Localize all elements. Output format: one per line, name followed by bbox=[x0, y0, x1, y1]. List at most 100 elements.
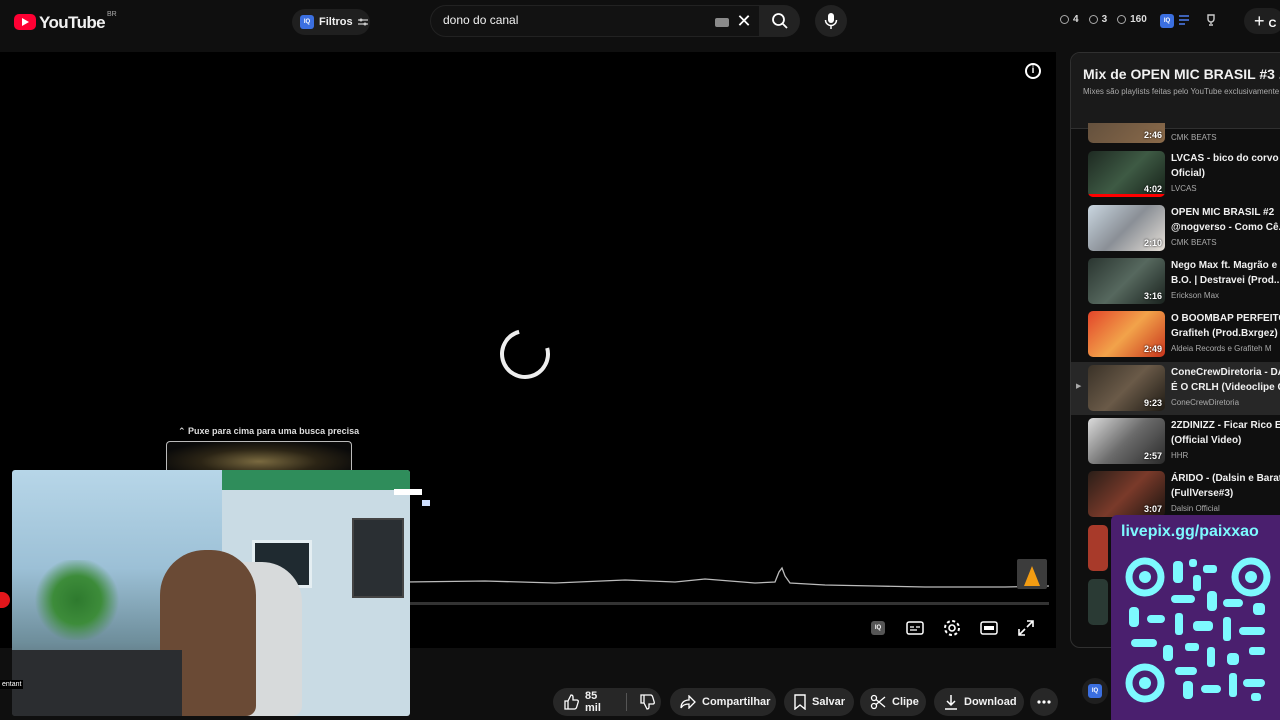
now-playing-icon: ▶ bbox=[1076, 383, 1082, 390]
video-duration: 3:16 bbox=[1143, 291, 1162, 301]
video-title-line: B.O. | Destravei (Prod... bbox=[1171, 275, 1280, 286]
video-thumbnail: 2:49 bbox=[1088, 311, 1165, 357]
search-button[interactable] bbox=[760, 5, 800, 37]
video-title: 2ZDINIZZ - Ficar Rico E (Official Video) bbox=[1171, 418, 1280, 448]
filters-button[interactable]: IQ Filtros bbox=[292, 9, 370, 35]
search-input[interactable] bbox=[443, 13, 703, 27]
video-title-line: ConeCrewDiretoria - DA bbox=[1171, 367, 1280, 378]
video-thumbnail[interactable] bbox=[1088, 525, 1108, 571]
playlist-item[interactable]: 2:57 2ZDINIZZ - Ficar Rico E (Official Vi… bbox=[1071, 418, 1280, 470]
playlist-item[interactable]: 4:02 LVCAS - bico do corvo (Oficial) LVC… bbox=[1071, 151, 1280, 203]
iq-player-button[interactable]: IQ bbox=[866, 618, 890, 638]
video-thumbnail: 3:07 bbox=[1088, 471, 1165, 517]
search-hint: ⌃ Puxe para cima para uma busca precisa bbox=[178, 426, 360, 436]
trophy-icon[interactable] bbox=[1205, 14, 1217, 26]
playlist-item[interactable]: 2:10 OPEN MIC BRASIL #2 @nogverso - Como … bbox=[1071, 205, 1280, 257]
download-button[interactable]: Download bbox=[934, 688, 1024, 716]
playlist-item[interactable]: 2:46 CMK BEATS bbox=[1071, 123, 1280, 145]
create-label: C bbox=[1268, 18, 1277, 30]
logo-text: YouTube bbox=[39, 13, 106, 32]
fullscreen-button[interactable] bbox=[1014, 618, 1038, 638]
save-label: Salvar bbox=[812, 696, 846, 708]
webcam-overlay bbox=[12, 470, 410, 716]
webcam-desk bbox=[12, 650, 182, 716]
qr-code-icon bbox=[1125, 557, 1271, 703]
video-title-line: ÁRIDO - (Dalsin e Barat bbox=[1171, 473, 1280, 484]
video-thumbnail: 2:10 bbox=[1088, 205, 1165, 251]
overlay-artifact bbox=[422, 500, 430, 506]
video-thumbnail: 2:46 bbox=[1088, 123, 1165, 143]
stat-value: 4 bbox=[1073, 14, 1079, 25]
search-hint-text: Puxe para cima para uma busca precisa bbox=[188, 426, 360, 436]
fullscreen-icon bbox=[1018, 620, 1034, 636]
video-thumbnail: 3:16 bbox=[1088, 258, 1165, 304]
video-title: O BOOMBAP PERFEITO Grafiteh (Prod.Bxrgez) bbox=[1171, 311, 1280, 341]
video-duration: 2:10 bbox=[1143, 238, 1162, 248]
playlist-item-current[interactable]: ▶ 9:23 ConeCrewDiretoria - DA É O CRLH (V… bbox=[1071, 362, 1280, 415]
livepix-url: livepix.gg/paixxao bbox=[1121, 523, 1259, 540]
keyboard-icon[interactable] bbox=[715, 18, 729, 27]
channel-name: Aldeia Records e Grafiteh M bbox=[1171, 344, 1272, 353]
theater-mode-button[interactable] bbox=[977, 618, 1001, 638]
voice-search-button[interactable] bbox=[815, 5, 847, 37]
video-thumbnail: 9:23 bbox=[1088, 365, 1165, 411]
theater-mode-icon bbox=[980, 621, 998, 635]
create-button[interactable]: + C bbox=[1244, 8, 1280, 34]
more-actions-button[interactable] bbox=[1030, 688, 1058, 716]
scissors-icon bbox=[870, 694, 886, 710]
video-title-line: (FullVerse#3) bbox=[1171, 488, 1234, 499]
playlist-title[interactable]: Mix de OPEN MIC BRASIL #3 ... bbox=[1083, 66, 1280, 82]
webcam-caption: entant bbox=[0, 680, 24, 689]
video-thumbnail[interactable] bbox=[1088, 579, 1108, 625]
iq-extension-icon: IQ bbox=[300, 15, 314, 29]
video-title: ÁRIDO - (Dalsin e Barat (FullVerse#3) bbox=[1171, 471, 1280, 501]
clear-search-icon[interactable]: ✕ bbox=[734, 11, 754, 31]
channel-name: Dalsin Official bbox=[1171, 504, 1220, 513]
like-button[interactable]: 85 mil bbox=[553, 688, 661, 716]
video-title-line: Grafiteh (Prod.Bxrgez) bbox=[1171, 328, 1278, 339]
vlc-icon[interactable] bbox=[1017, 559, 1047, 589]
divider bbox=[626, 693, 628, 711]
video-title-line: (Official Video) bbox=[1171, 435, 1242, 446]
playlist-item[interactable]: 2:49 O BOOMBAP PERFEITO Grafiteh (Prod.Bx… bbox=[1071, 311, 1280, 363]
video-thumbnail: 4:02 bbox=[1088, 151, 1165, 197]
extension-stats: 4 3 160 bbox=[1060, 14, 1153, 25]
video-title: LVCAS - bico do corvo (Oficial) bbox=[1171, 151, 1280, 181]
video-title-line: LVCAS - bico do corvo ( bbox=[1171, 153, 1280, 164]
more-horizontal-icon bbox=[1037, 700, 1051, 704]
playlist-item[interactable]: 3:16 Nego Max ft. Magrão e B.O. | Destrav… bbox=[1071, 258, 1280, 310]
list-icon[interactable] bbox=[1178, 14, 1190, 26]
video-duration: 9:23 bbox=[1143, 398, 1162, 408]
subtitles-button[interactable] bbox=[903, 618, 927, 638]
iq-floating-button[interactable]: IQ bbox=[1082, 678, 1108, 704]
share-button[interactable]: Compartilhar bbox=[670, 688, 776, 716]
video-title: Nego Max ft. Magrão e B.O. | Destravei (P… bbox=[1171, 258, 1280, 288]
dislike-button[interactable] bbox=[633, 694, 661, 710]
settings-button[interactable] bbox=[940, 618, 964, 638]
video-title-line: O BOOMBAP PERFEITO bbox=[1171, 313, 1280, 324]
video-thumbnail: 2:57 bbox=[1088, 418, 1165, 464]
save-button[interactable]: Salvar bbox=[784, 688, 854, 716]
search-icon bbox=[772, 13, 788, 29]
download-icon bbox=[945, 695, 957, 710]
channel-name: Erickson Max bbox=[1171, 291, 1220, 300]
progress-bar[interactable] bbox=[405, 602, 1049, 605]
plus-icon: + bbox=[1254, 11, 1265, 31]
info-icon[interactable]: i bbox=[1025, 63, 1041, 79]
video-duration: 3:07 bbox=[1143, 504, 1162, 514]
clip-button[interactable]: Clipe bbox=[860, 688, 926, 716]
bookmark-icon bbox=[794, 694, 806, 710]
sliders-icon bbox=[357, 18, 368, 26]
iq-extension-icon[interactable]: IQ bbox=[1160, 14, 1174, 28]
iq-extension-icon: IQ bbox=[1088, 684, 1102, 698]
channel-name: CMK BEATS bbox=[1171, 238, 1217, 247]
youtube-logo[interactable]: YouTube BR bbox=[14, 10, 117, 33]
video-title-line: @nogverso - Como Cê... bbox=[1171, 222, 1280, 233]
video-title-line: OPEN MIC BRASIL #2 bbox=[1171, 207, 1275, 218]
thumbs-up-icon bbox=[564, 694, 579, 710]
video-title-line: 2ZDINIZZ - Ficar Rico E bbox=[1171, 420, 1280, 431]
gear-icon bbox=[944, 620, 960, 636]
youtube-play-icon bbox=[14, 14, 36, 30]
video-title: ConeCrewDiretoria - DA É O CRLH (Videocli… bbox=[1171, 365, 1280, 395]
masthead: YouTube BR IQ Filtros ✕ 4 3 160 IQ +C bbox=[0, 0, 1280, 44]
